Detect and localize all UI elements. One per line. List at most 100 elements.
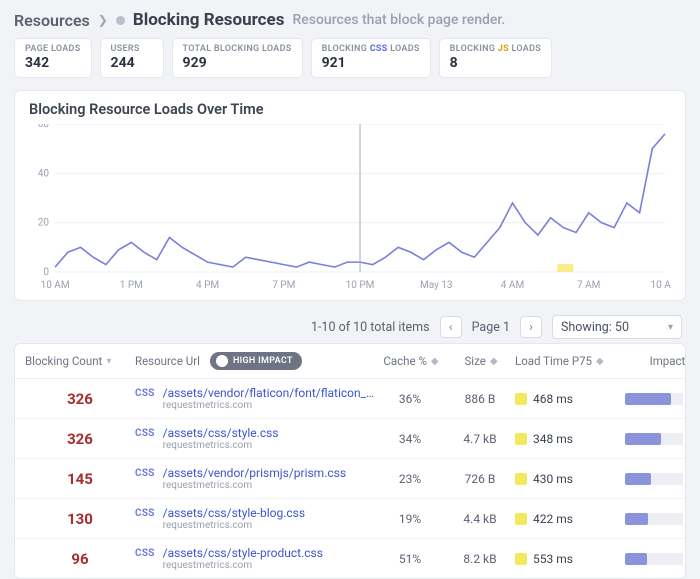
sort-icon: ◆	[490, 356, 496, 367]
svg-text:10 AM: 10 AM	[650, 280, 671, 291]
cell-cache: 51%	[375, 552, 445, 566]
sort-icon: ◆	[596, 356, 602, 367]
status-dot-icon	[116, 16, 125, 25]
chevron-right-icon: ❯	[98, 13, 108, 27]
cell-impact	[625, 513, 686, 525]
impact-bar	[625, 393, 683, 405]
cell-resource-url: CSS/assets/css/style-product.cssrequestm…	[135, 546, 375, 571]
col-label: Blocking Count	[25, 354, 102, 368]
resource-domain: requestmetrics.com	[163, 400, 375, 411]
stat-card[interactable]: PAGE LOADS342	[14, 38, 92, 78]
pagination-summary: 1-10 of 10 total items	[311, 320, 430, 335]
breadcrumb-root[interactable]: Resources	[14, 11, 90, 30]
svg-text:4 PM: 4 PM	[196, 280, 219, 291]
table-row[interactable]: 145CSS/assets/vendor/prismjs/prism.cssre…	[15, 459, 685, 499]
stat-card-row: PAGE LOADS342USERS244TOTAL BLOCKING LOAD…	[14, 38, 686, 78]
resource-domain: requestmetrics.com	[163, 480, 346, 491]
cell-blocking-count: 96	[25, 550, 135, 568]
stat-card[interactable]: TOTAL BLOCKING LOADS929	[172, 38, 303, 78]
col-size[interactable]: Size ◆	[445, 354, 515, 368]
page-size-label: Showing: 50	[561, 320, 629, 335]
cell-load-time: 422 ms	[515, 512, 625, 526]
high-impact-toggle[interactable]: HIGH IMPACT	[210, 352, 302, 370]
sort-icon: ▾	[106, 356, 109, 367]
cell-resource-url: CSS/assets/vendor/flaticon/font/flaticon…	[135, 386, 375, 411]
col-impact[interactable]: Impact ◆	[625, 354, 686, 368]
stat-card[interactable]: BLOCKING CSS LOADS921	[311, 38, 431, 78]
cell-impact	[625, 473, 686, 485]
resource-link[interactable]: /assets/css/style.css	[163, 426, 279, 440]
stat-card[interactable]: USERS244	[100, 38, 164, 78]
col-cache[interactable]: Cache % ◆	[375, 354, 445, 368]
resource-type-tag: CSS	[135, 506, 155, 519]
stat-label: BLOCKING JS LOADS	[450, 44, 541, 54]
resource-link[interactable]: /assets/vendor/prismjs/prism.css	[163, 466, 346, 480]
table-row[interactable]: 130CSS/assets/css/style-blog.cssrequestm…	[15, 499, 685, 539]
cell-size: 8.2 kB	[445, 552, 515, 566]
cell-load-time: 468 ms	[515, 392, 625, 406]
cell-load-time: 430 ms	[515, 472, 625, 486]
svg-text:1 PM: 1 PM	[120, 280, 143, 291]
table-row[interactable]: 326CSS/assets/vendor/flaticon/font/flati…	[15, 379, 685, 419]
cell-load-time: 348 ms	[515, 432, 625, 446]
col-label: Resource Url	[135, 354, 200, 368]
prev-page-button[interactable]: ‹	[440, 316, 462, 338]
svg-text:7 PM: 7 PM	[272, 280, 295, 291]
breadcrumb: Resources ❯ Blocking Resources Resources…	[14, 10, 686, 30]
table-row[interactable]: 96CSS/assets/css/style-product.cssreques…	[15, 539, 685, 578]
cell-cache: 34%	[375, 432, 445, 446]
cell-impact	[625, 433, 686, 445]
col-label: Cache %	[383, 354, 426, 368]
status-square-icon	[515, 393, 527, 405]
resource-domain: requestmetrics.com	[163, 520, 305, 531]
svg-text:4 AM: 4 AM	[501, 280, 524, 291]
stat-label: TOTAL BLOCKING LOADS	[183, 44, 292, 54]
pill-label: HIGH IMPACT	[233, 356, 293, 366]
stat-card[interactable]: BLOCKING JS LOADS8	[439, 38, 552, 78]
col-blocking-count[interactable]: Blocking Count ▾	[25, 354, 135, 368]
line-chart[interactable]: 0204060 10 AM1 PM4 PM7 PM10 PMMay 134 AM…	[29, 124, 671, 294]
cell-cache: 19%	[375, 512, 445, 526]
svg-text:7 AM: 7 AM	[577, 280, 600, 291]
stat-value: 921	[322, 55, 420, 71]
stat-value: 929	[183, 55, 292, 71]
chart-title: Blocking Resource Loads Over Time	[29, 101, 671, 118]
cell-resource-url: CSS/assets/vendor/prismjs/prism.cssreque…	[135, 466, 375, 491]
status-square-icon	[515, 473, 527, 485]
svg-text:60: 60	[38, 124, 50, 130]
cell-blocking-count: 145	[25, 470, 135, 488]
svg-text:May 13: May 13	[420, 280, 453, 291]
cell-blocking-count: 326	[25, 430, 135, 448]
stat-value: 244	[111, 55, 153, 71]
cell-cache: 36%	[375, 392, 445, 406]
resource-type-tag: CSS	[135, 426, 155, 439]
cell-blocking-count: 326	[25, 390, 135, 408]
col-resource-url[interactable]: Resource Url HIGH IMPACT	[135, 352, 375, 370]
resource-type-tag: CSS	[135, 546, 155, 559]
cell-impact	[625, 393, 686, 405]
status-square-icon	[515, 553, 527, 565]
table-header: Blocking Count ▾ Resource Url HIGH IMPAC…	[15, 344, 685, 379]
resource-domain: requestmetrics.com	[163, 440, 279, 451]
cell-resource-url: CSS/assets/css/style.cssrequestmetrics.c…	[135, 426, 375, 451]
resource-table: Blocking Count ▾ Resource Url HIGH IMPAC…	[14, 343, 686, 579]
resource-link[interactable]: /assets/css/style-product.css	[163, 546, 323, 560]
impact-bar	[625, 513, 683, 525]
next-page-button[interactable]: ›	[520, 316, 542, 338]
svg-text:0: 0	[43, 267, 49, 278]
impact-bar	[625, 473, 683, 485]
table-row[interactable]: 326CSS/assets/css/style.cssrequestmetric…	[15, 419, 685, 459]
page-label: Page 1	[472, 320, 510, 335]
cell-impact	[625, 553, 686, 565]
resource-link[interactable]: /assets/vendor/flaticon/font/flaticon_rm…	[163, 386, 375, 400]
status-square-icon	[515, 433, 527, 445]
page-size-select[interactable]: Showing: 50 ▾	[552, 315, 682, 339]
resource-type-tag: CSS	[135, 466, 155, 479]
col-load-time[interactable]: Load Time P75 ◆	[515, 354, 625, 368]
sort-icon: ◆	[431, 356, 437, 367]
resource-link[interactable]: /assets/css/style-blog.css	[163, 506, 305, 520]
resource-type-tag: CSS	[135, 386, 155, 399]
col-label: Impact	[650, 354, 686, 368]
cell-blocking-count: 130	[25, 510, 135, 528]
cell-load-time: 553 ms	[515, 552, 625, 566]
